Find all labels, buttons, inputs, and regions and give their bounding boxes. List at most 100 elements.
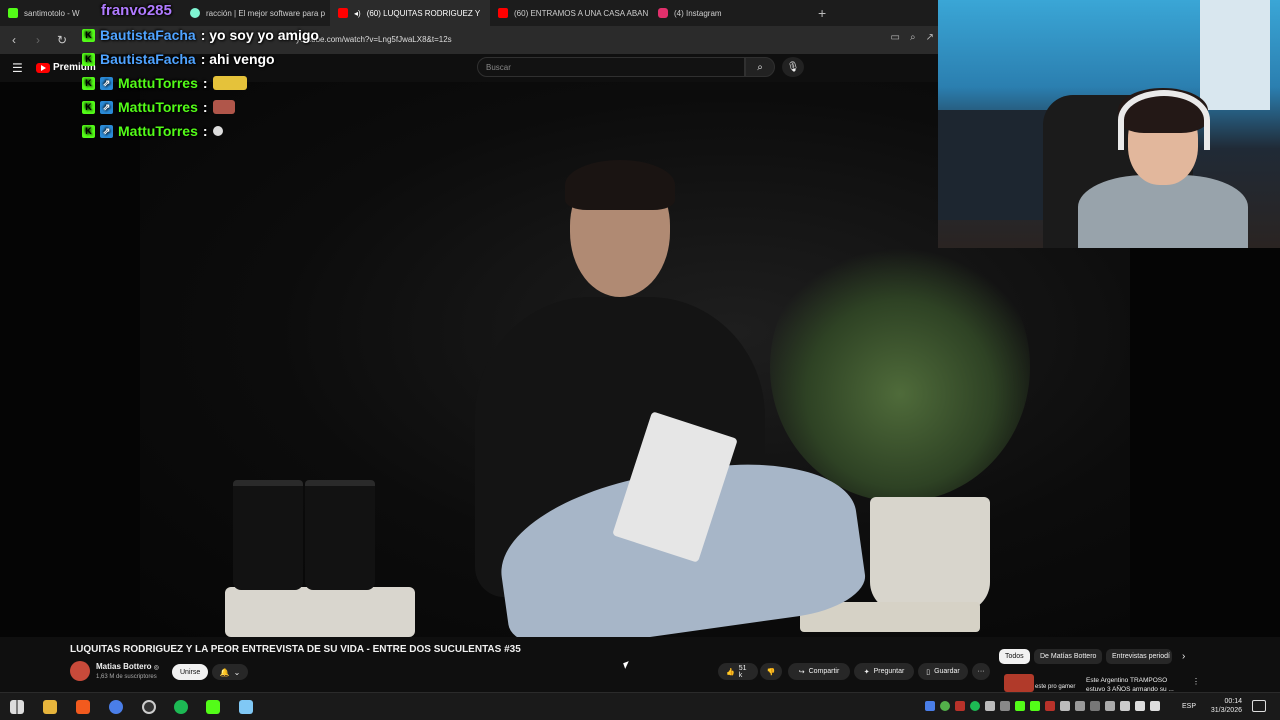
share-button[interactable]: ↪ Compartir: [788, 663, 850, 680]
share-icon[interactable]: ↗: [926, 32, 934, 43]
chrome-icon[interactable]: [109, 700, 123, 714]
tray-app-icon[interactable]: [955, 701, 965, 711]
chat-username: franvo285: [101, 2, 172, 19]
tray-app-icon[interactable]: [1060, 701, 1070, 711]
notification-bell-button[interactable]: 🔔 ⌄: [212, 664, 248, 680]
subscriber-badge-icon: ⇗: [100, 100, 113, 114]
tray-app-icon[interactable]: [1120, 701, 1130, 711]
subscriber-count: 1,63 M de suscriptores: [96, 674, 157, 680]
avatar[interactable]: [70, 661, 90, 681]
chat-message: K ⇗ MattuTorres :: [82, 123, 223, 139]
brave-browser-icon[interactable]: [76, 700, 90, 714]
ask-button[interactable]: ✦ Preguntar: [854, 663, 914, 680]
like-button[interactable]: 👍 51 k: [718, 663, 758, 680]
file-explorer-icon[interactable]: [43, 700, 57, 714]
kick-badge-icon: K: [82, 28, 95, 42]
reload-icon[interactable]: ↻: [52, 30, 72, 50]
save-button[interactable]: ▯ Guardar: [918, 663, 968, 680]
address-bar-actions: ▭ ⌕ ↗: [891, 32, 934, 43]
chip-all[interactable]: Todos: [999, 649, 1030, 664]
tray-app-icon[interactable]: [1075, 701, 1085, 711]
save-label: Guardar: [934, 668, 960, 675]
spotify-icon[interactable]: [970, 701, 980, 711]
plant-pot: [870, 497, 990, 612]
dislike-button[interactable]: 👎: [760, 663, 782, 680]
mic-icon[interactable]: [985, 701, 995, 711]
channel-name-text: Matias Bottero: [96, 662, 152, 671]
clock[interactable]: 00:14 31/3/2026: [1204, 697, 1242, 715]
thumbs-down-icon: 👎: [766, 668, 776, 676]
video-title: LUQUITAS RODRIGUEZ Y LA PEOR ENTREVISTA …: [70, 644, 521, 655]
bookmark-icon: ▯: [926, 668, 931, 676]
xbox-icon[interactable]: [940, 701, 950, 711]
tab-youtube-active[interactable]: ◂) (60) LUQUITAS RODRIGUEZ Y ×: [330, 0, 490, 26]
url-field[interactable]: youtube.com/watch?v=Lng5fJwaLX8&t=12s: [296, 35, 452, 44]
system-tray: [925, 701, 1160, 711]
kick-icon[interactable]: [206, 700, 220, 714]
tab-label: (60) ENTRAMOS A UNA CASA ABAN: [514, 8, 649, 18]
join-button[interactable]: Unirse: [172, 664, 209, 680]
cup: [233, 480, 303, 590]
search-input[interactable]: Buscar: [477, 57, 745, 77]
screen: santimotolo - W racción | El mejor softw…: [0, 0, 1280, 720]
recommendation-thumbnail[interactable]: [1004, 674, 1034, 692]
tab-label: santimotolo - W: [24, 8, 80, 18]
chevron-right-icon[interactable]: ›: [1182, 651, 1185, 662]
tray-app-icon[interactable]: [1000, 701, 1010, 711]
cup: [305, 480, 375, 590]
subscriber-badge-icon: ⇗: [100, 76, 113, 90]
volume-icon[interactable]: [1150, 701, 1160, 711]
tray-app-icon[interactable]: [1030, 701, 1040, 711]
app-icon[interactable]: [142, 700, 156, 714]
taskbar: ESP 00:14 31/3/2026: [0, 692, 1280, 720]
network-icon[interactable]: [1135, 701, 1145, 711]
new-tab-button[interactable]: +: [818, 5, 826, 21]
chat-message: K BautistaFacha : yo soy yo amigo: [82, 27, 319, 43]
more-actions-button[interactable]: ···: [972, 663, 990, 680]
instagram-favicon-icon: [658, 8, 668, 18]
audio-icon: ◂): [354, 8, 361, 18]
webcam-overlay: [938, 0, 1280, 248]
reader-mode-icon[interactable]: ▭: [891, 32, 900, 43]
tab-instagram[interactable]: (4) Instagram: [650, 0, 810, 26]
tab-label: (4) Instagram: [674, 8, 722, 18]
tray-app-icon[interactable]: [1015, 701, 1025, 711]
more-vert-icon[interactable]: ⋮: [1192, 677, 1200, 686]
language-indicator[interactable]: ESP: [1182, 703, 1196, 710]
tray-app-icon[interactable]: [1105, 701, 1115, 711]
chat-text: :: [202, 99, 208, 115]
tray-app-icon[interactable]: [1045, 701, 1055, 711]
notification-center-icon[interactable]: [1252, 700, 1266, 712]
windows-start-icon[interactable]: [10, 700, 24, 714]
chat-text: :: [202, 123, 208, 139]
youtube-play-icon: [36, 62, 50, 73]
search-icon[interactable]: ⌕: [745, 57, 775, 77]
back-icon[interactable]: ‹: [4, 30, 24, 50]
chat-text: : ahi vengo: [200, 51, 275, 67]
microphone-icon[interactable]: 🎙: [782, 57, 804, 77]
menu-icon[interactable]: ☰: [12, 61, 23, 75]
streamlabs-icon[interactable]: [239, 700, 253, 714]
chip-interviews[interactable]: Entrevistas periodí: [1106, 649, 1172, 664]
plant-leaves: [770, 232, 1030, 502]
tray-app-icon[interactable]: [1090, 701, 1100, 711]
tab-kick[interactable]: santimotolo - W: [0, 0, 90, 26]
thumbs-up-icon: 👍: [726, 668, 735, 676]
chat-username: BautistaFacha: [100, 51, 196, 67]
share-icon: ↪: [798, 668, 805, 676]
spotify-icon[interactable]: [174, 700, 188, 714]
clock-date: 31/3/2026: [1210, 707, 1242, 714]
verified-icon: ◎: [153, 665, 160, 671]
chat-message: K ⇗ MattuTorres :: [82, 99, 235, 115]
tab-label: racción | El mejor software para p: [206, 8, 326, 18]
zoom-icon[interactable]: ⌕: [910, 32, 916, 43]
kick-badge-icon: K: [82, 76, 95, 90]
channel-name[interactable]: Matias Bottero ◎: [96, 662, 159, 671]
chat-text: : yo soy yo amigo: [200, 27, 319, 43]
kick-badge-icon: K: [82, 52, 95, 66]
chip-channel[interactable]: De Matías Bottero: [1034, 649, 1103, 664]
chat-username: MattuTorres: [118, 123, 198, 139]
tray-app-icon[interactable]: [925, 701, 935, 711]
forward-icon[interactable]: ›: [28, 30, 48, 50]
tab-youtube[interactable]: (60) ENTRAMOS A UNA CASA ABAN: [490, 0, 650, 26]
